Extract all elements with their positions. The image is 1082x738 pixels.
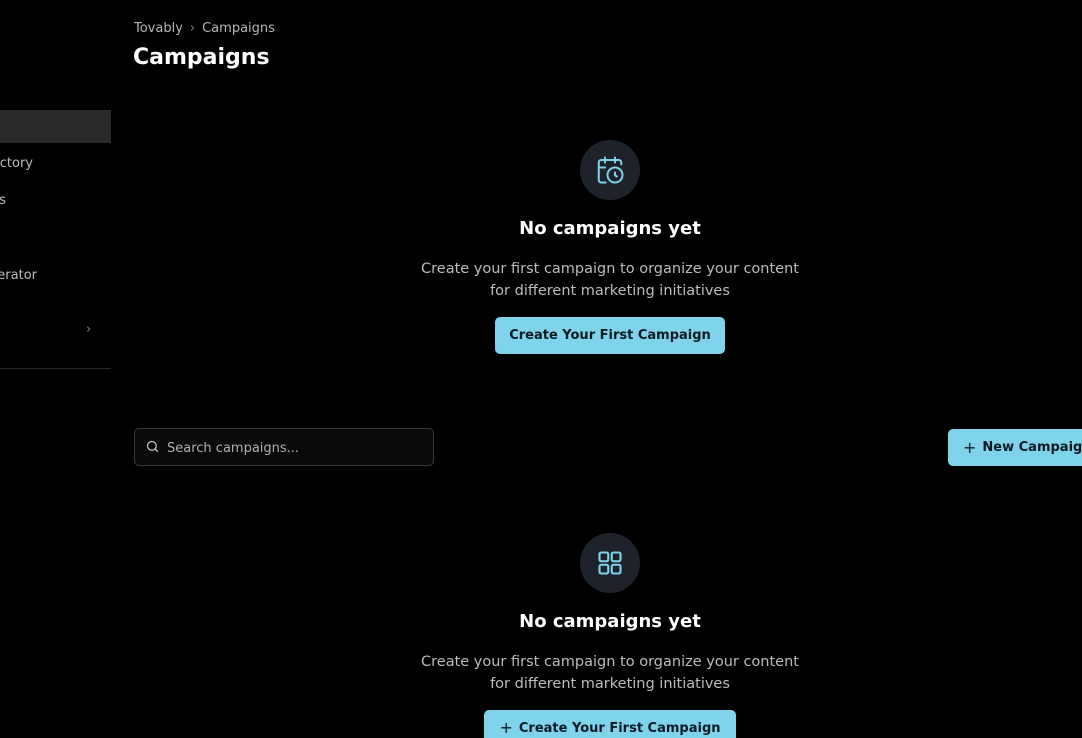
empty-state-top: No campaigns yet Create your first campa… — [340, 140, 880, 354]
empty-state-description: Create your first campaign to organize y… — [421, 654, 799, 692]
empty-state-title: No campaigns yet — [519, 218, 701, 239]
calendar-clock-icon — [597, 156, 624, 184]
search-box — [134, 428, 434, 467]
button-label: New Campaign — [982, 440, 1082, 455]
breadcrumb: Tovably › Campaigns — [134, 20, 275, 38]
create-first-campaign-button[interactable]: Create Your First Campaign — [495, 317, 725, 354]
button-label: Create Your First Campaign — [518, 720, 721, 736]
search-icon — [146, 440, 159, 453]
icon-circle — [580, 533, 640, 593]
new-campaign-button[interactable]: + New Campaign — [948, 429, 1082, 466]
sidebar-item-label: s — [0, 193, 6, 208]
sidebar: actory s erator › — [0, 0, 111, 738]
chevron-right-icon[interactable]: › — [86, 320, 91, 340]
breadcrumb-separator: › — [189, 21, 196, 36]
breadcrumb-root[interactable]: Tovably — [134, 21, 183, 36]
plus-icon: + — [963, 437, 977, 457]
breadcrumb-current: Campaigns — [202, 21, 275, 36]
sidebar-divider — [0, 368, 111, 369]
empty-state-bottom: No campaigns yet Create your first campa… — [340, 533, 880, 738]
sidebar-item-label: erator — [0, 268, 37, 283]
grid-icon — [598, 551, 622, 575]
plus-icon: + — [499, 718, 513, 737]
search-input[interactable] — [165, 429, 429, 467]
button-label: Create Your First Campaign — [509, 328, 711, 343]
page-title: Campaigns — [133, 45, 270, 70]
create-first-campaign-button[interactable]: + Create Your First Campaign — [484, 710, 736, 738]
sidebar-item-generator[interactable]: erator — [0, 265, 37, 287]
sidebar-item-active[interactable] — [0, 110, 111, 143]
empty-state-description: Create your first campaign to organize y… — [421, 261, 799, 299]
sidebar-item-factory[interactable]: actory — [0, 153, 33, 175]
empty-state-title: No campaigns yet — [519, 611, 701, 632]
icon-circle — [580, 140, 640, 200]
sidebar-item-s[interactable]: s — [0, 190, 6, 212]
app-root: actory s erator › Tovably › Campaigns Camp… — [0, 0, 1082, 738]
sidebar-item-label: actory — [0, 156, 33, 171]
